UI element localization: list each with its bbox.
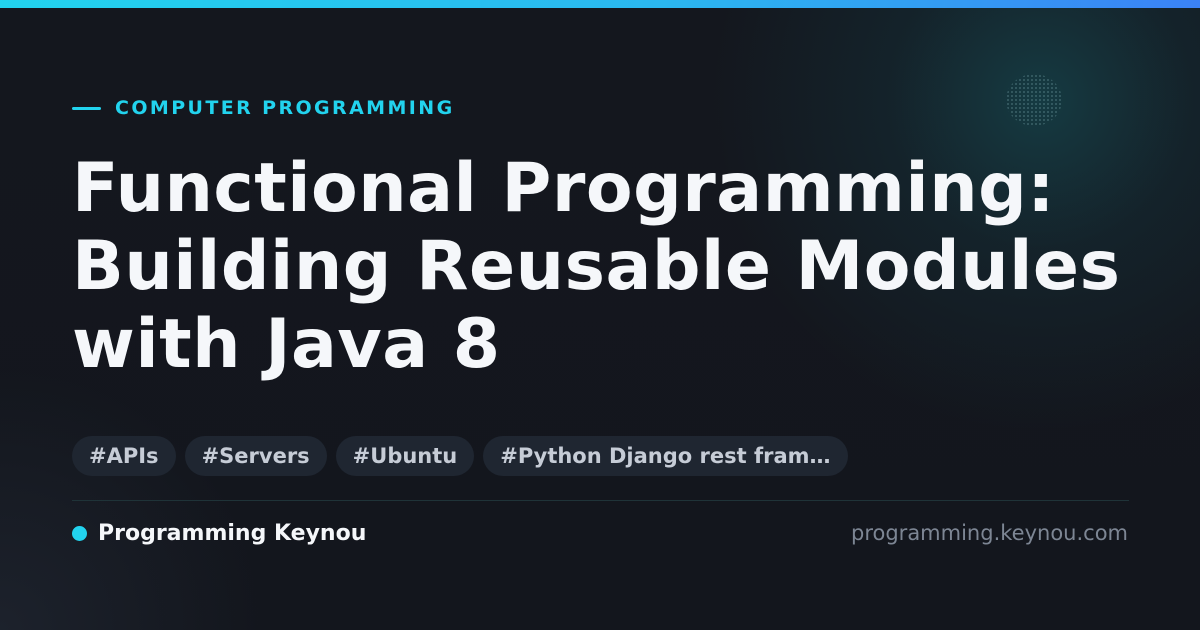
article-title: Functional Programming: Building Reusabl… — [72, 150, 1152, 384]
tag-chip-servers[interactable]: #Servers — [184, 436, 327, 476]
dot-icon — [72, 525, 87, 541]
tag-chip-apis[interactable]: #APIs — [72, 436, 176, 476]
tag-chip-ubuntu[interactable]: #Ubuntu — [335, 436, 475, 476]
article-title-line-2: Building Reusable Modules — [72, 227, 1121, 306]
tag-list: #APIs #Servers #Ubuntu #Python Django re… — [72, 436, 848, 476]
social-share-card: COMPUTER PROGRAMMING Functional Programm… — [0, 0, 1200, 630]
article-title-line-3: with Java 8 — [72, 305, 501, 384]
category-label: COMPUTER PROGRAMMING — [115, 97, 455, 119]
decorative-dot-pattern — [1006, 74, 1062, 126]
tag-chip-python-django[interactable]: #Python Django rest fram… — [483, 436, 848, 476]
category-row: COMPUTER PROGRAMMING — [72, 96, 455, 120]
site-url[interactable]: programming.keynou.com — [851, 518, 1128, 548]
dash-line-icon — [72, 106, 101, 110]
article-title-line-1: Functional Programming: — [72, 149, 1055, 228]
author-name: Programming Keynou — [98, 520, 367, 546]
author-row: Programming Keynou — [72, 518, 366, 548]
footer-divider — [72, 500, 1129, 501]
accent-gradient-bar — [0, 0, 1200, 8]
